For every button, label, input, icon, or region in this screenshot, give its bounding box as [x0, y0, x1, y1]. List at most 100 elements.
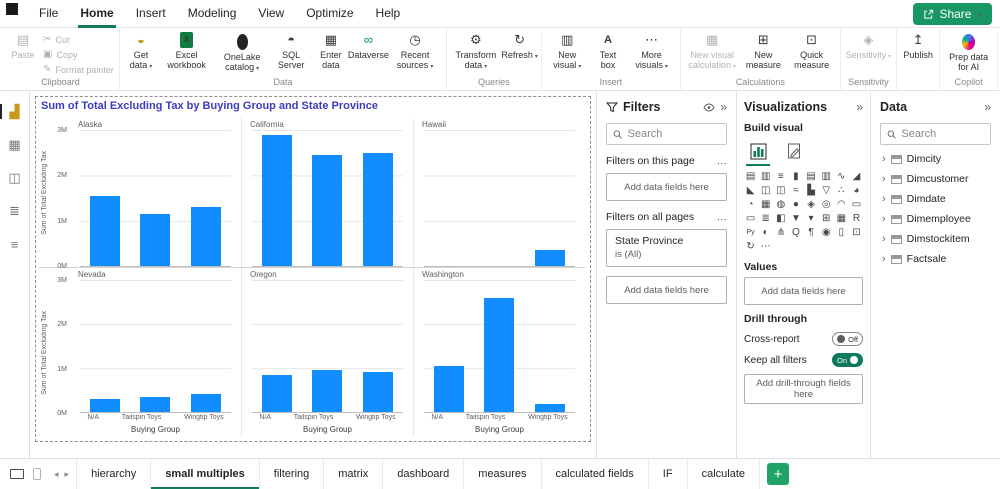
bar-tailspin-toys[interactable]: [484, 297, 515, 412]
data-field-factsale[interactable]: › Factsale: [880, 249, 991, 269]
collapse-filters-pane-icon[interactable]: [720, 100, 727, 114]
ribbon-button-paste[interactable]: ▤ Paste: [5, 29, 41, 60]
drill-through-dropzone[interactable]: Add drill-through fields here: [744, 374, 863, 404]
filters-search[interactable]: [606, 123, 727, 145]
menu-item-view[interactable]: View: [247, 0, 295, 28]
viz-power-apps-icon[interactable]: ⊡: [850, 226, 863, 239]
bar-wingtip-toys[interactable]: [362, 372, 393, 412]
new-page-button[interactable]: +: [767, 463, 789, 485]
viz-100-stacked-column-chart-icon[interactable]: ▥: [820, 170, 833, 183]
viz-filled-map-icon[interactable]: ●: [789, 198, 802, 211]
viz-clustered-bar-chart-icon[interactable]: ≡: [774, 170, 787, 183]
bar-n-a[interactable]: [90, 398, 121, 412]
viz-clustered-column-chart-icon[interactable]: ▮: [789, 170, 802, 183]
ribbon-button-refresh[interactable]: ↻ Refresh: [501, 29, 538, 61]
viz-azure-map-icon[interactable]: ◎: [820, 198, 833, 211]
tmdl-view-icon[interactable]: ≡: [4, 234, 26, 254]
ribbon-button-sensitivity[interactable]: ◈ Sensitivity: [844, 29, 894, 61]
report-canvas[interactable]: Sum of Total Excluding Tax by Buying Gro…: [30, 92, 596, 458]
viz-power-automate-icon[interactable]: ↻: [744, 240, 757, 253]
viz-stacked-area-chart-icon[interactable]: ◣: [744, 184, 757, 197]
ribbon-button-new-visual-calculation[interactable]: ▦ New visual calculation: [684, 29, 740, 71]
page-tab-matrix[interactable]: matrix: [324, 458, 384, 489]
viz-gauge-icon[interactable]: ◠: [835, 198, 848, 211]
bar-wingtip-toys[interactable]: [534, 250, 565, 266]
page-tab-dashboard[interactable]: dashboard: [383, 458, 465, 489]
ribbon-button-prep-data-for-ai[interactable]: Prep data for AI: [943, 29, 994, 73]
viz-waterfall-chart-icon[interactable]: ▙: [805, 184, 818, 197]
viz-paginated-report-icon[interactable]: ▯: [835, 226, 848, 239]
viz-scatter-chart-icon[interactable]: ∴: [835, 184, 848, 197]
dax-query-view-icon[interactable]: ≣: [4, 201, 26, 221]
ribbon-button-new-visual[interactable]: ▥ New visual: [545, 29, 590, 71]
page-tab-calculated-fields[interactable]: calculated fields: [542, 458, 649, 489]
ribbon-button-cut[interactable]: ✂ Cut: [43, 34, 114, 45]
page-tab-filtering[interactable]: filtering: [260, 458, 325, 489]
data-field-dimcustomer[interactable]: › Dimcustomer: [880, 169, 991, 189]
build-visual-tab[interactable]: [746, 138, 770, 166]
page-tab-hierarchy[interactable]: hierarchy: [76, 458, 152, 489]
menu-item-optimize[interactable]: Optimize: [295, 0, 364, 28]
viz-shape-map-icon[interactable]: ◈: [805, 198, 818, 211]
collapse-data-pane-icon[interactable]: [984, 100, 991, 114]
data-field-dimcity[interactable]: › Dimcity: [880, 149, 991, 169]
bar-chart-visual[interactable]: Sum of Total Excluding Tax by Buying Gro…: [35, 96, 591, 442]
ribbon-button-sql-server[interactable]: ◓ SQL Server: [270, 29, 312, 71]
viz-donut-chart-icon[interactable]: ◔: [744, 198, 757, 211]
format-visual-tab[interactable]: [782, 138, 806, 166]
viz-area-chart-icon[interactable]: ◢: [850, 170, 863, 183]
collapse-visualizations-pane-icon[interactable]: [856, 100, 863, 114]
share-button[interactable]: Share: [913, 3, 992, 25]
menu-item-home[interactable]: Home: [69, 0, 124, 28]
ribbon-button-more-visuals[interactable]: ⋯ More visuals: [626, 29, 677, 71]
filters-search-input[interactable]: [627, 128, 720, 140]
viz-new-slicer-icon[interactable]: ▾: [805, 212, 818, 225]
viz-pie-chart-icon[interactable]: ◕: [850, 184, 863, 197]
bar-n-a[interactable]: [434, 365, 465, 412]
viz-funnel-chart-icon[interactable]: ▽: [820, 184, 833, 197]
ribbon-button-excel-workbook[interactable]: Excel workbook: [159, 29, 214, 71]
viz-python-visual-icon[interactable]: Py: [744, 226, 757, 239]
bar-n-a[interactable]: [262, 374, 293, 412]
data-search-input[interactable]: [901, 128, 984, 140]
ribbon-button-dataverse[interactable]: ∞ Dataverse: [348, 29, 389, 60]
viz-table-icon[interactable]: ⊞: [820, 212, 833, 225]
bar-n-a[interactable]: [90, 195, 121, 266]
data-field-dimstockitem[interactable]: › Dimstockitem: [880, 229, 991, 249]
bar-wingtip-toys[interactable]: [190, 394, 221, 412]
mobile-layout-icon[interactable]: [33, 468, 41, 480]
bar-tailspin-toys[interactable]: [312, 370, 343, 412]
viz-q-and-a-icon[interactable]: Q: [789, 226, 802, 239]
add-data-fields-dropzone[interactable]: Add data fields here: [606, 276, 727, 304]
page-tab-if[interactable]: IF: [649, 458, 688, 489]
viz-map-icon[interactable]: ◍: [774, 198, 787, 211]
cross-report-toggle[interactable]: Off: [832, 332, 863, 346]
viz-ribbon-chart-icon[interactable]: ≈: [789, 184, 802, 197]
bar-tailspin-toys[interactable]: [312, 154, 343, 266]
viz-line-and-stacked-column-chart-icon[interactable]: ◫: [759, 184, 772, 197]
report-view-icon[interactable]: ▟: [0, 102, 26, 122]
keep-all-filters-toggle[interactable]: On: [831, 353, 863, 367]
viz-metrics-icon[interactable]: ◉: [820, 226, 833, 239]
data-field-dimdate[interactable]: › Dimdate: [880, 189, 991, 209]
viz-more-visuals-icon[interactable]: ⋯: [759, 240, 772, 253]
data-field-dimemployee[interactable]: › Dimemployee: [880, 209, 991, 229]
viz-new-card-icon[interactable]: ▭: [744, 212, 757, 225]
bar-tailspin-toys[interactable]: [140, 213, 171, 266]
page-tab-measures[interactable]: measures: [464, 458, 542, 489]
page-tab-calculate[interactable]: calculate: [688, 458, 760, 489]
data-search[interactable]: [880, 123, 991, 145]
ribbon-button-quick-measure[interactable]: ⊡ Quick measure: [787, 29, 837, 71]
ribbon-button-copy[interactable]: ▣ Copy: [43, 49, 114, 60]
desktop-layout-icon[interactable]: [10, 469, 24, 479]
viz-card-icon[interactable]: ▭: [850, 198, 863, 211]
viz-kpi-icon[interactable]: ◧: [774, 212, 787, 225]
viz-smart-narrative-icon[interactable]: ¶: [805, 226, 818, 239]
ribbon-button-onelake-catalog[interactable]: OneLake catalog: [214, 29, 270, 73]
next-page-icon[interactable]: [65, 469, 70, 480]
model-view-icon[interactable]: ◫: [4, 168, 26, 188]
previous-page-icon[interactable]: [54, 469, 59, 480]
ribbon-button-enter-data[interactable]: ▦ Enter data: [312, 29, 350, 71]
bar-wingtip-toys[interactable]: [362, 152, 393, 266]
filter-card-state-province[interactable]: State Province is (All): [606, 229, 727, 267]
